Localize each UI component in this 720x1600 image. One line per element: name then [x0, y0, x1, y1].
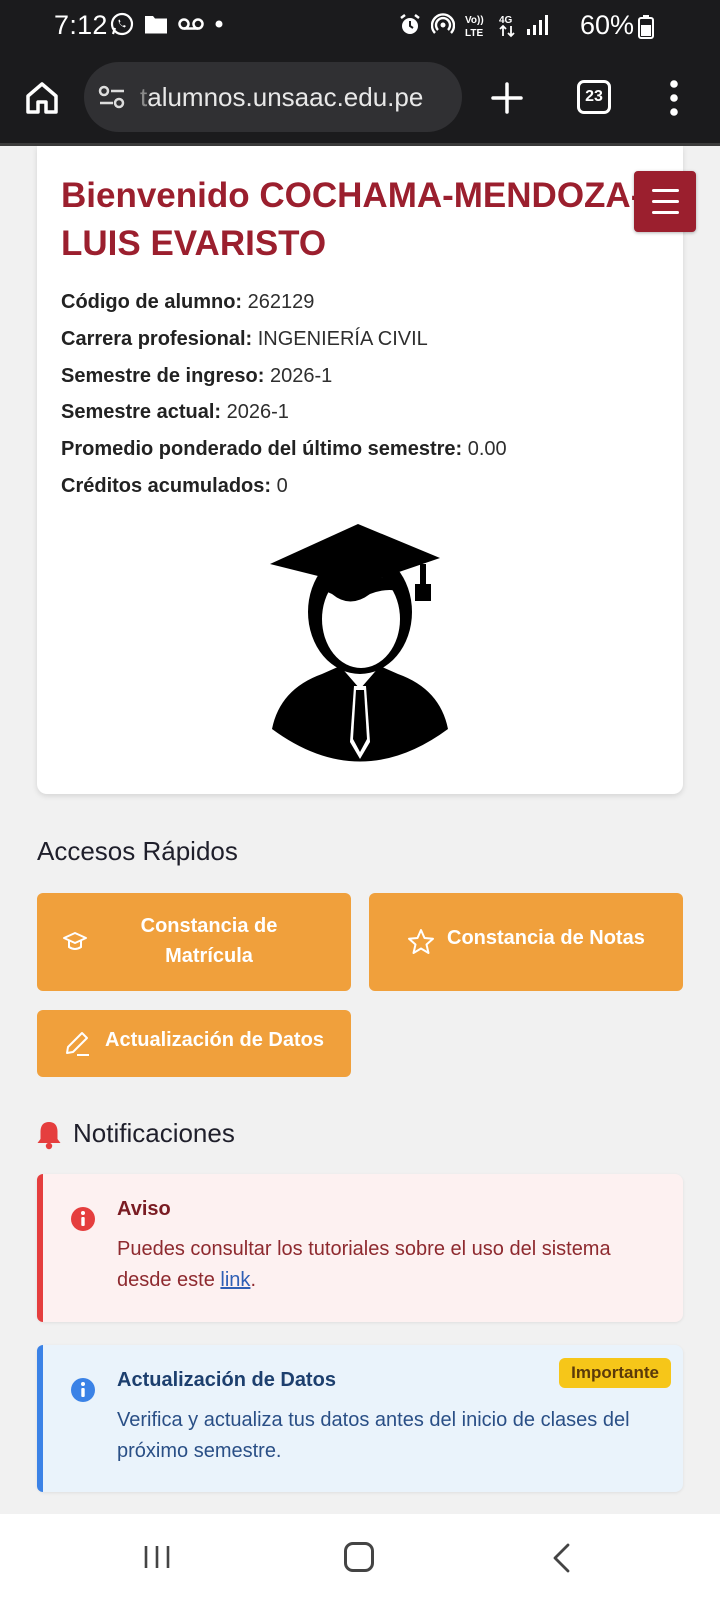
bell-icon — [37, 1122, 61, 1150]
info-icon — [71, 1378, 95, 1402]
student-info: Código de alumno: 262129 Carrera profesi… — [61, 284, 507, 505]
back-icon[interactable] — [550, 1542, 574, 1574]
menu-line — [652, 189, 679, 192]
battery-icon — [638, 15, 654, 39]
enrollment-certificate-label: Constancia de Matrícula — [140, 915, 278, 967]
star-icon — [408, 929, 434, 954]
tab-switcher-button[interactable]: 23 — [577, 80, 611, 114]
graduate-avatar-icon — [270, 524, 448, 762]
update-data-alert: Actualización de Datos Importante Verifi… — [37, 1345, 683, 1492]
info-row-current-semester: Semestre actual: 2026-1 — [61, 401, 289, 424]
menu-line — [652, 200, 679, 203]
alarm-icon — [400, 14, 420, 34]
alert-accent-bar — [37, 1345, 43, 1492]
folder-icon — [145, 16, 167, 34]
mobile-data-icon: 4G — [499, 15, 515, 38]
whatsapp-icon — [110, 12, 134, 36]
info-row-code: Código de alumno: 262129 — [61, 291, 315, 313]
alert-accent-bar — [37, 1174, 43, 1322]
url-text[interactable]: talumnos.unsaac.edu.pe — [140, 82, 423, 113]
info-row-career: Carrera profesional: INGENIERÍA CIVIL — [61, 327, 428, 350]
new-tab-icon[interactable] — [487, 78, 527, 118]
notice-alert: Aviso Puedes consultar los tutoriales so… — [37, 1174, 683, 1322]
voicemail-icon — [178, 18, 204, 30]
dot-icon — [215, 20, 223, 28]
recent-apps-icon[interactable] — [142, 1542, 172, 1572]
more-options-icon[interactable] — [664, 76, 684, 120]
enrollment-certificate-button[interactable]: Constancia de Matrícula — [37, 893, 351, 991]
update-data-button[interactable]: Actualización de Datos — [37, 1010, 351, 1077]
notification-icons — [110, 12, 224, 36]
menu-line — [652, 211, 679, 214]
volte-icon: Vo)) LTE — [465, 15, 484, 38]
update-data-alert-text: Verifica y actualiza tus datos antes del… — [117, 1409, 630, 1462]
welcome-heading: Bienvenido COCHAMA-MENDOZA-LUIS EVARISTO — [61, 176, 643, 263]
important-badge: Importante — [559, 1358, 671, 1388]
grades-certificate-label: Constancia de Notas — [447, 927, 645, 949]
info-icon — [71, 1207, 95, 1231]
pencil-icon — [66, 1032, 89, 1056]
system-navigation-bar — [0, 1514, 720, 1600]
hotspot-icon — [431, 13, 455, 34]
home-button[interactable] — [344, 1542, 374, 1572]
browser-toolbar: talumnos.unsaac.edu.pe 23 — [0, 50, 720, 146]
system-icons: Vo)) LTE 4G — [398, 12, 548, 38]
svg-text:4G: 4G — [499, 15, 513, 26]
student-profile-card: Bienvenido COCHAMA-MENDOZA-LUIS EVARISTO… — [37, 146, 683, 794]
svg-text:Vo)): Vo)) — [465, 15, 484, 26]
home-icon[interactable] — [22, 78, 62, 118]
site-settings-icon[interactable] — [98, 84, 126, 110]
info-row-entry-semester: Semestre de ingreso: 2026-1 — [61, 364, 333, 387]
notice-title: Aviso — [117, 1198, 171, 1220]
update-data-label: Actualización de Datos — [105, 1029, 324, 1051]
quick-access-title: Accesos Rápidos — [37, 836, 238, 866]
tutorials-link[interactable]: link — [220, 1269, 250, 1291]
battery-level: 60% — [579, 10, 634, 40]
info-row-average: Promedio ponderado del último semestre: … — [61, 438, 507, 461]
status-bar: 7:12 Vo)) LTE 4G 60% — [0, 0, 720, 50]
clock: 7:12 — [54, 10, 108, 40]
grades-certificate-button[interactable]: Constancia de Notas — [369, 893, 683, 991]
info-row-credits: Créditos acumulados: 0 — [61, 474, 288, 497]
notifications-title: Notificaciones — [73, 1118, 235, 1148]
graduation-cap-icon — [63, 932, 87, 950]
menu-button[interactable] — [634, 171, 696, 232]
address-bar[interactable]: talumnos.unsaac.edu.pe — [84, 62, 462, 132]
svg-text:LTE: LTE — [465, 28, 483, 38]
update-data-alert-title: Actualización de Datos — [117, 1369, 336, 1391]
notice-text: Puedes consultar los tutoriales sobre el… — [117, 1238, 611, 1291]
signal-icon — [527, 15, 548, 35]
